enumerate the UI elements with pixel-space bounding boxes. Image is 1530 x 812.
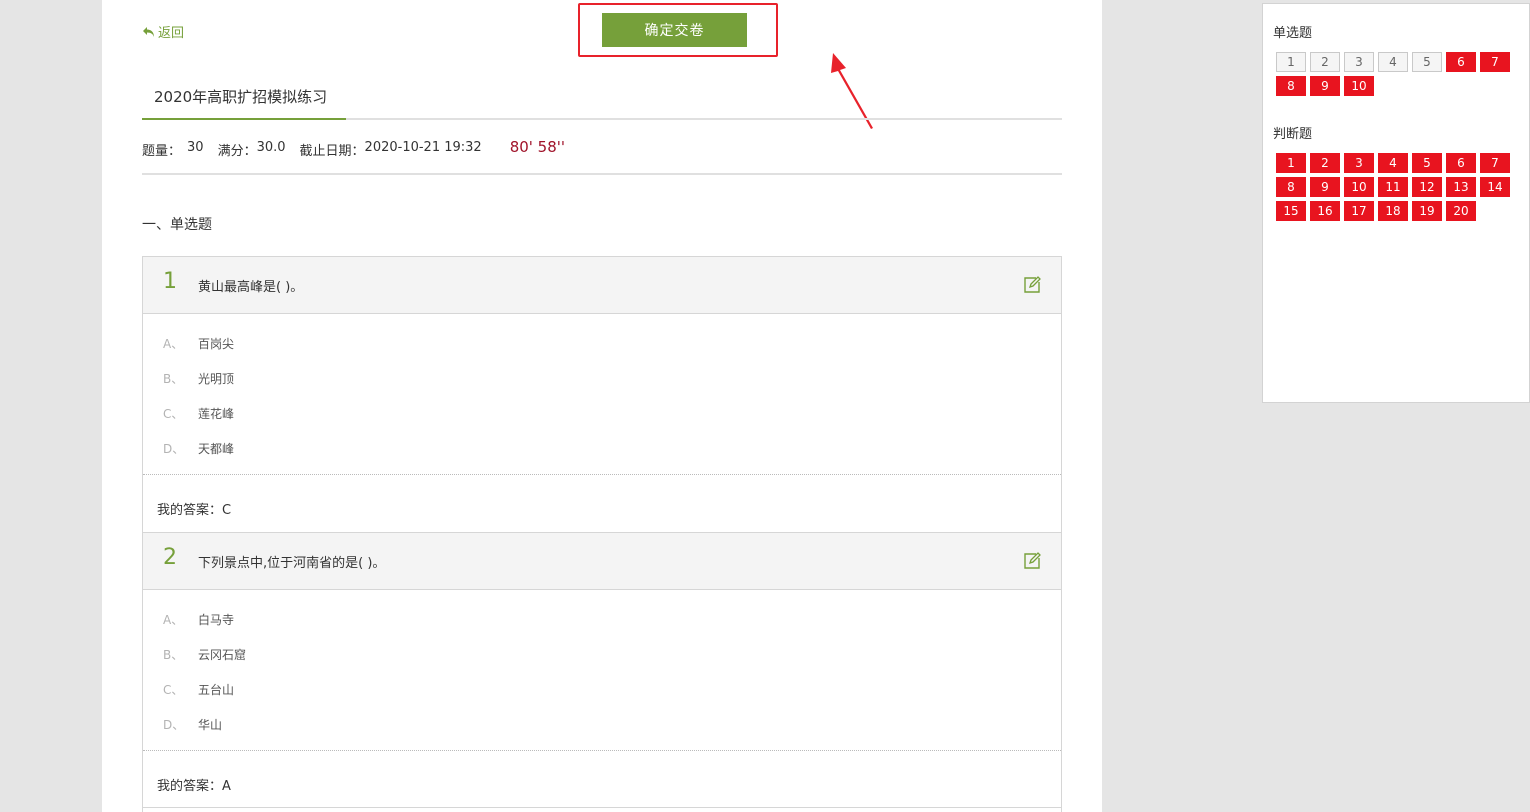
option-d[interactable]: D、 华山: [143, 707, 1061, 742]
judge-cell[interactable]: 17: [1344, 201, 1374, 221]
single-cell[interactable]: 9: [1310, 76, 1340, 96]
question-text: 下列景点中,位于河南省的是( )。: [198, 556, 386, 571]
judge-cell[interactable]: 11: [1378, 177, 1408, 197]
question-number: 1: [163, 269, 177, 294]
judge-cell[interactable]: 14: [1480, 177, 1510, 197]
judge-cell[interactable]: 5: [1412, 153, 1442, 173]
judge-cell[interactable]: 12: [1412, 177, 1442, 197]
option-letter: B、: [163, 648, 184, 662]
submit-exam-button[interactable]: 确定交卷: [602, 13, 747, 47]
question-number: 2: [163, 545, 177, 570]
judge-cell[interactable]: 15: [1276, 201, 1306, 221]
exam-title-bar: 2020年高职扩招模拟练习: [142, 86, 1062, 120]
exam-panel: 返回 确定交卷 2020年高职扩招模拟练习 题量： 30 满分： 30.0 截止…: [102, 0, 1102, 812]
option-text: 云冈石窟: [198, 648, 247, 662]
option-letter: D、: [163, 718, 185, 732]
option-letter: D、: [163, 442, 185, 456]
back-label: 返回: [158, 26, 185, 41]
option-text: 白马寺: [198, 613, 235, 627]
option-letter: A、: [163, 337, 184, 351]
single-choice-title: 单选题: [1273, 26, 1313, 41]
option-a[interactable]: A、 白马寺: [143, 602, 1061, 637]
submit-highlight-box: 确定交卷: [578, 3, 778, 57]
option-text: 天都峰: [198, 442, 235, 456]
judge-cell[interactable]: 2: [1310, 153, 1340, 173]
option-c[interactable]: C、 五台山: [143, 672, 1061, 707]
judge-cell[interactable]: 7: [1480, 153, 1510, 173]
judge-cell[interactable]: 20: [1446, 201, 1476, 221]
judge-cell[interactable]: 6: [1446, 153, 1476, 173]
judge-cell[interactable]: 3: [1344, 153, 1374, 173]
judge-cell[interactable]: 4: [1378, 153, 1408, 173]
option-text: 百岗尖: [198, 337, 235, 351]
question-card-partial: [142, 807, 1062, 812]
judge-cell[interactable]: 13: [1446, 177, 1476, 197]
single-cell[interactable]: 1: [1276, 52, 1306, 72]
single-cell[interactable]: 4: [1378, 52, 1408, 72]
back-arrow-icon: [142, 25, 156, 39]
single-cell[interactable]: 8: [1276, 76, 1306, 96]
title-underline: [142, 118, 346, 120]
score-value: 30.0: [256, 140, 286, 155]
option-a[interactable]: A、 百岗尖: [143, 326, 1061, 361]
option-d[interactable]: D、 天都峰: [143, 431, 1061, 466]
question-header: 1 黄山最高峰是( )。: [143, 257, 1061, 314]
score-label: 满分：: [217, 144, 257, 159]
option-list: A、 百岗尖 B、 光明顶 C、 莲花峰 D、 天都峰: [143, 314, 1061, 475]
judge-cell[interactable]: 1: [1276, 153, 1306, 173]
question-navigator: 单选题 1 2 3 4 5 6 7 8 9 10 判断题 1 2 3 4 5 6 7 8 9 10 11 12 13 14 1…: [1262, 3, 1530, 403]
option-list: A、 白马寺 B、 云冈石窟 C、 五台山 D、 华山: [143, 590, 1061, 751]
single-cell[interactable]: 2: [1310, 52, 1340, 72]
option-text: 莲花峰: [198, 407, 235, 421]
deadline-label: 截止日期：: [299, 144, 365, 159]
option-letter: C、: [163, 407, 184, 421]
countdown-timer: 80' 58'': [509, 138, 566, 156]
option-text: 五台山: [198, 683, 235, 697]
question-card: 2 下列景点中,位于河南省的是( )。 A、 白马寺 B、 云冈石窟 C、 五台…: [142, 532, 1062, 812]
judge-cell[interactable]: 9: [1310, 177, 1340, 197]
question-header: 2 下列景点中,位于河南省的是( )。: [143, 533, 1061, 590]
edit-icon[interactable]: [1023, 552, 1041, 574]
single-cell[interactable]: 10: [1344, 76, 1374, 96]
single-choice-grid: 1 2 3 4 5 6 7 8 9 10: [1276, 52, 1516, 96]
judge-cell[interactable]: 16: [1310, 201, 1340, 221]
judge-grid: 1 2 3 4 5 6 7 8 9 10 11 12 13 14 15 16 17 18 19 20: [1276, 153, 1516, 221]
option-text: 华山: [198, 718, 223, 732]
single-cell[interactable]: 6: [1446, 52, 1476, 72]
back-link[interactable]: 返回: [142, 22, 184, 41]
section-title: 一、单选题: [142, 217, 212, 233]
judge-title: 判断题: [1273, 127, 1313, 142]
count-value: 30: [187, 140, 204, 155]
edit-icon[interactable]: [1023, 276, 1041, 298]
count-label: 题量：: [142, 144, 182, 159]
single-cell[interactable]: 5: [1412, 52, 1442, 72]
judge-cell[interactable]: 18: [1378, 201, 1408, 221]
question-card: 1 黄山最高峰是( )。 A、 百岗尖 B、 光明顶 C、 莲花峰 D、 天都峰…: [142, 256, 1062, 542]
question-text: 黄山最高峰是( )。: [198, 280, 304, 295]
judge-cell[interactable]: 8: [1276, 177, 1306, 197]
exam-title: 2020年高职扩招模拟练习: [154, 88, 328, 106]
judge-cell[interactable]: 10: [1344, 177, 1374, 197]
option-c[interactable]: C、 莲花峰: [143, 396, 1061, 431]
my-answer: 我的答案：A: [157, 778, 231, 794]
deadline-value: 2020-10-21 19:32: [364, 140, 482, 155]
option-letter: A、: [163, 613, 184, 627]
judge-cell[interactable]: 19: [1412, 201, 1442, 221]
option-b[interactable]: B、 云冈石窟: [143, 637, 1061, 672]
option-text: 光明顶: [198, 372, 235, 386]
option-letter: B、: [163, 372, 184, 386]
single-cell[interactable]: 7: [1480, 52, 1510, 72]
single-cell[interactable]: 3: [1344, 52, 1374, 72]
exam-meta: 题量： 30 满分： 30.0 截止日期： 2020-10-21 19:32 8…: [142, 138, 1062, 175]
option-b[interactable]: B、 光明顶: [143, 361, 1061, 396]
option-letter: C、: [163, 683, 184, 697]
